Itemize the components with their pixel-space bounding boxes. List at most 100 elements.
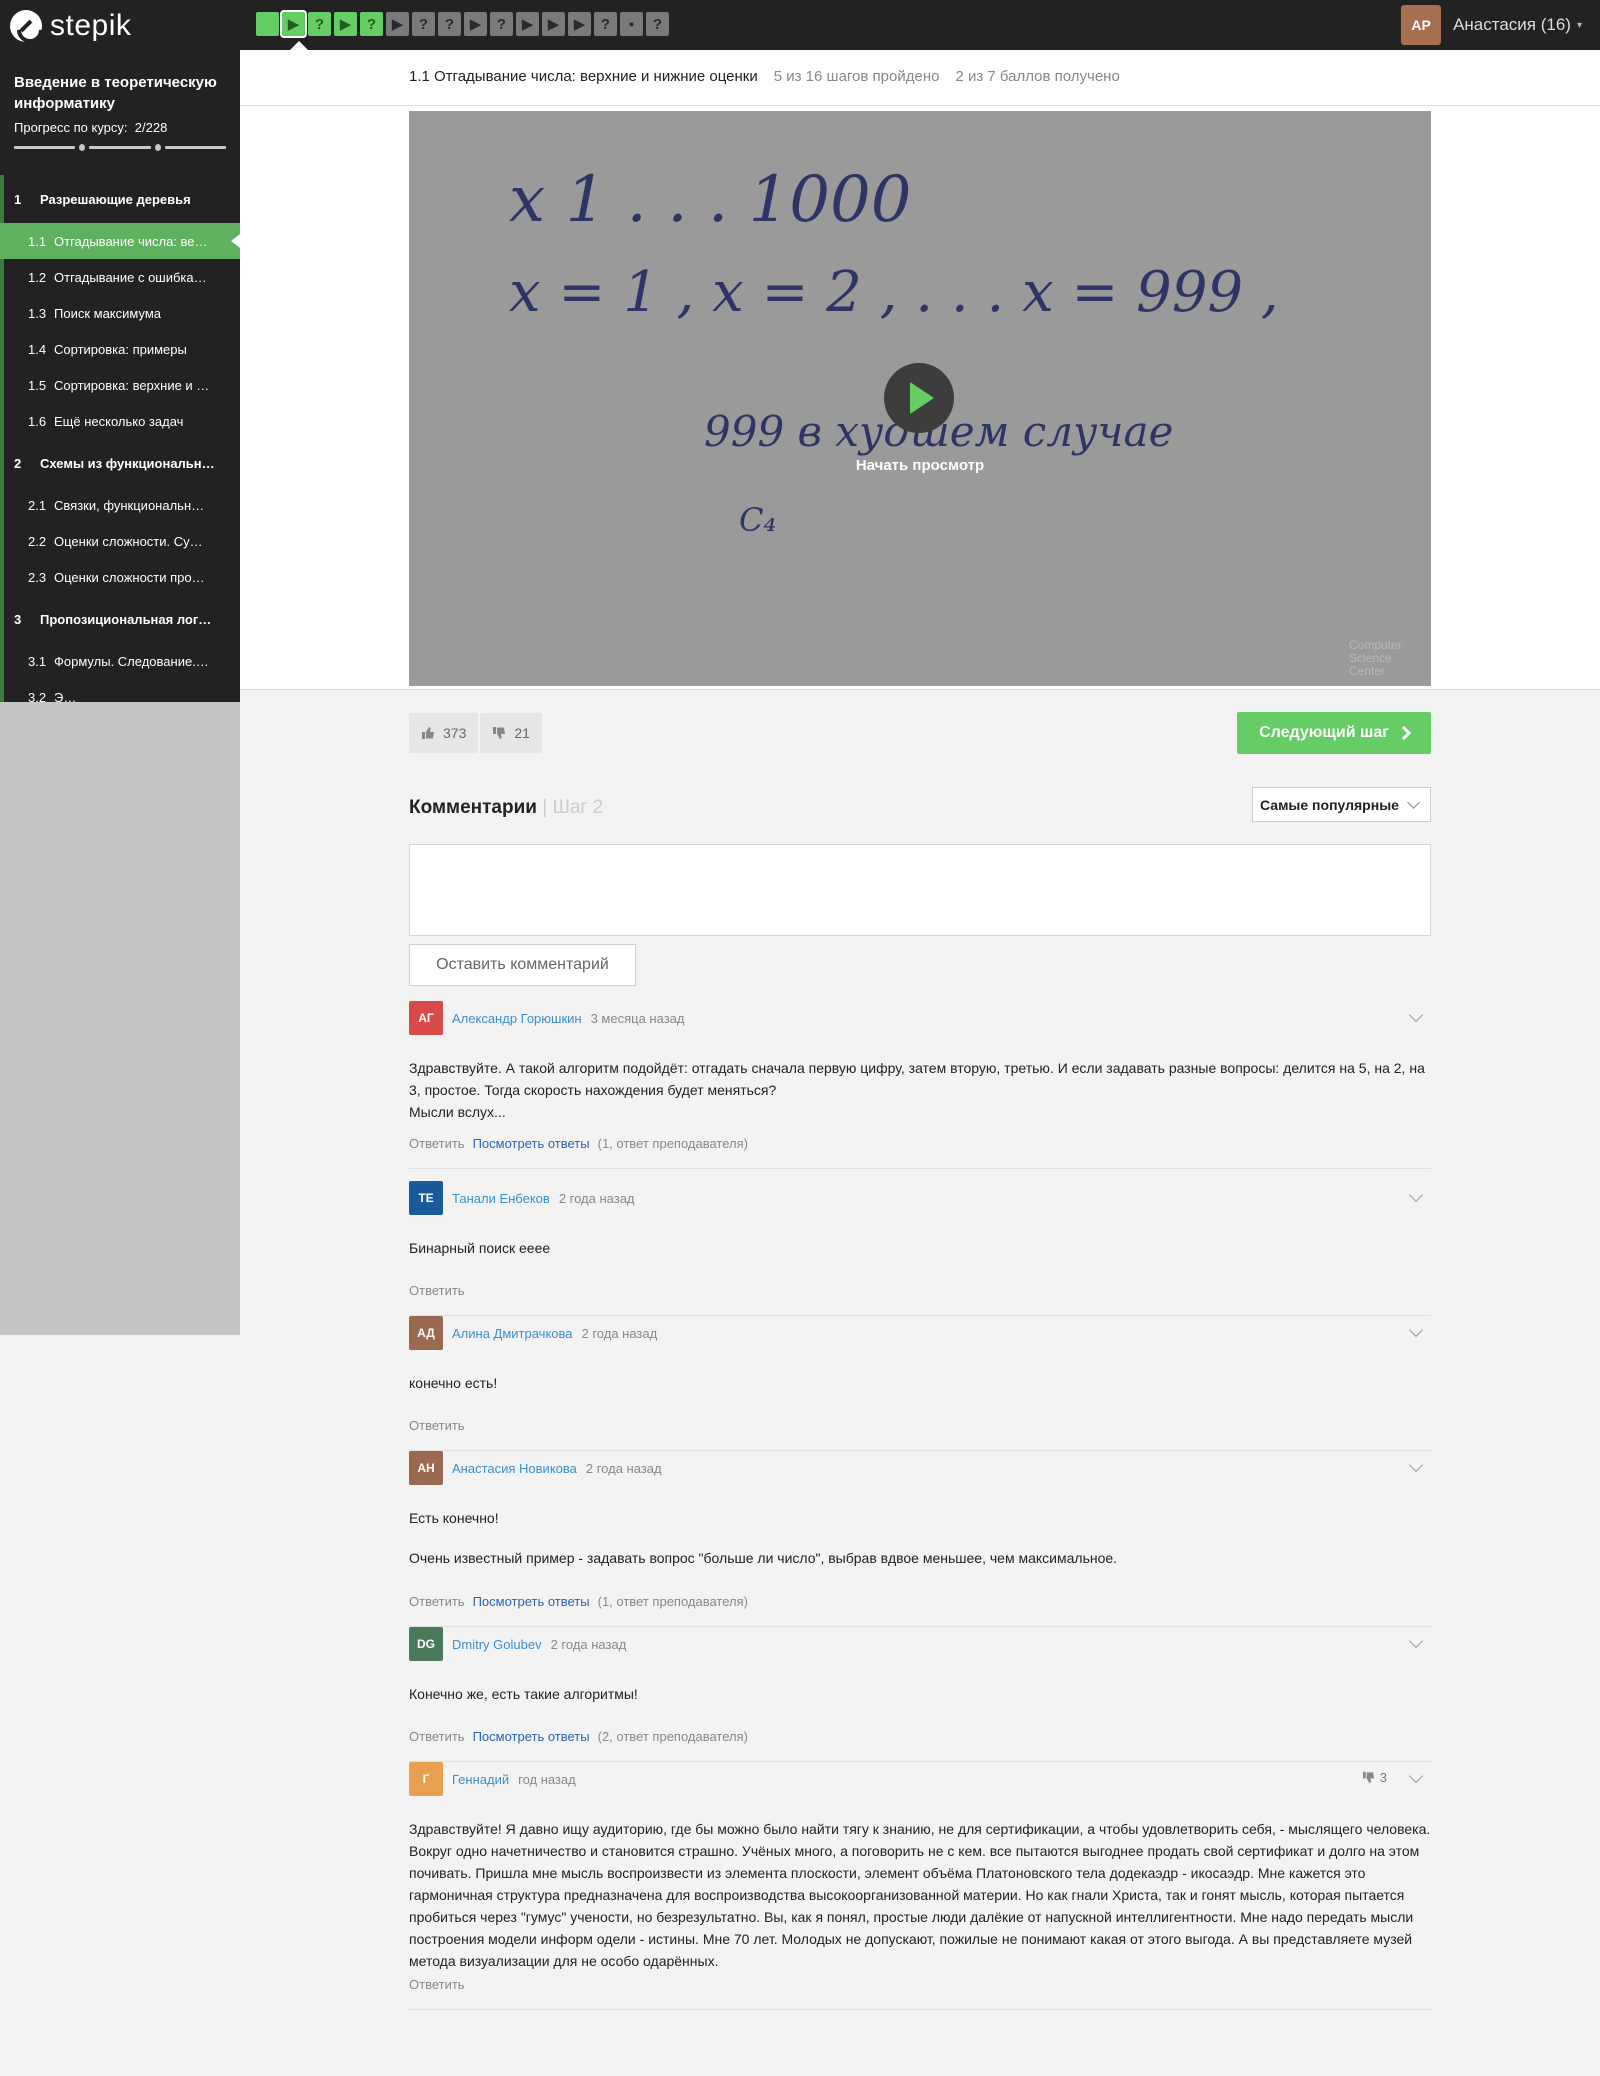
view-replies-link[interactable]: Посмотреть ответы bbox=[473, 1136, 590, 1151]
comments-sort-select[interactable]: Самые популярные bbox=[1252, 787, 1431, 822]
like-button[interactable]: 373 bbox=[409, 713, 479, 753]
toc-item-label: Разрешающие деревья bbox=[40, 191, 191, 207]
toc-item-number: 1.4 bbox=[28, 341, 47, 357]
toc-item-number: 2.1 bbox=[28, 497, 47, 513]
video-watermark: Computer Science Center bbox=[1349, 638, 1402, 678]
step-6[interactable]: ▶ bbox=[386, 12, 409, 36]
comment-time[interactable]: 2 года назад bbox=[586, 1461, 662, 1476]
step-16[interactable]: ? bbox=[646, 12, 669, 36]
toc-lesson-1-5[interactable]: 1.5 Сортировка: верхние и … bbox=[0, 367, 240, 403]
chevron-down-icon[interactable] bbox=[1408, 1457, 1424, 1473]
comment-textarea[interactable] bbox=[409, 844, 1431, 936]
step-9[interactable]: ▶ bbox=[464, 12, 487, 36]
toc-lesson-1-2[interactable]: 1.2 Отгадывание с ошибка… bbox=[0, 259, 240, 295]
comment-paragraph: Здравствуйте. А такой алгоритм подойдёт:… bbox=[409, 1060, 1425, 1098]
avatar[interactable]: ТЕ bbox=[409, 1181, 443, 1215]
chevron-right-icon bbox=[1396, 725, 1411, 741]
avatar[interactable]: Г bbox=[409, 1762, 443, 1796]
step-7[interactable]: ? bbox=[412, 12, 435, 36]
toc-lesson-3-2[interactable]: 3.2 Э… bbox=[0, 679, 240, 703]
toc-lesson-1-1[interactable]: 1.1 Отгадывание числа: ве… bbox=[0, 223, 240, 259]
comment-body: конечно есть! bbox=[409, 1372, 1431, 1394]
reply-link[interactable]: Ответить bbox=[409, 1977, 465, 1992]
step-11[interactable]: ▶ bbox=[516, 12, 539, 36]
comment-time[interactable]: год назад bbox=[518, 1772, 576, 1787]
handwriting-line-2: x = 1 , x = 2 , . . . x = 999 , bbox=[509, 260, 1279, 325]
comment-time[interactable]: 2 года назад bbox=[582, 1326, 658, 1341]
leave-comment-button[interactable]: Оставить комментарий bbox=[409, 944, 636, 986]
comment-author[interactable]: Анастасия Новикова bbox=[452, 1461, 577, 1476]
toc-item-number: 1 bbox=[14, 191, 22, 207]
start-watching-label[interactable]: Начать просмотр bbox=[409, 457, 1431, 474]
course-progress: Прогресс по курсу: 2/228 bbox=[14, 120, 167, 135]
view-replies-link[interactable]: Посмотреть ответы bbox=[473, 1594, 590, 1609]
toc-item-number: 1.2 bbox=[28, 269, 47, 285]
toc-lesson-2-3[interactable]: 2.3 Оценки сложности про… bbox=[0, 559, 240, 595]
reply-link[interactable]: Ответить bbox=[409, 1418, 465, 1433]
comment-dislike-button[interactable]: 3 bbox=[1362, 1770, 1387, 1785]
play-button[interactable] bbox=[884, 363, 954, 433]
toc-section-3[interactable]: 3 Пропозициональная лог… bbox=[0, 595, 240, 643]
replies-note: (2, ответ преподавателя) bbox=[597, 1729, 748, 1744]
toc-lesson-3-1[interactable]: 3.1 Формулы. Следование.… bbox=[0, 643, 240, 679]
reply-link[interactable]: Ответить bbox=[409, 1594, 465, 1609]
toc-lesson-2-2[interactable]: 2.2 Оценки сложности. Су… bbox=[0, 523, 240, 559]
toc-section-1[interactable]: 1 Разрешающие деревья bbox=[0, 175, 240, 223]
user-menu[interactable]: AP Анастасия (16) ▾ bbox=[1401, 5, 1582, 45]
chevron-down-icon[interactable] bbox=[1408, 1187, 1424, 1203]
chevron-down-icon[interactable] bbox=[1408, 1007, 1424, 1023]
avatar[interactable]: АГ bbox=[409, 1001, 443, 1035]
step-13[interactable]: ▶ bbox=[568, 12, 591, 36]
step-15[interactable]: ▪ bbox=[620, 12, 643, 36]
reply-link[interactable]: Ответить bbox=[409, 1283, 465, 1298]
toc-lesson-1-4[interactable]: 1.4 Сортировка: примеры bbox=[0, 331, 240, 367]
comment-paragraph: конечно есть! bbox=[409, 1375, 498, 1391]
toc-section-2[interactable]: 2 Схемы из функциональн… bbox=[0, 439, 240, 487]
chevron-down-icon[interactable]: ▾ bbox=[1577, 20, 1582, 31]
toc-lesson-2-1[interactable]: 2.1 Связки, функциональн… bbox=[0, 487, 240, 523]
top-navbar: stepik ▶? ▶? ▶?? ▶? ▶ ▶ ▶? ▪? AP Анастасия (16)… bbox=[0, 0, 1600, 50]
toc-lesson-1-6[interactable]: 1.6 Ещё несколько задач bbox=[0, 403, 240, 439]
reply-link[interactable]: Ответить bbox=[409, 1136, 465, 1151]
comment-time[interactable]: 2 года назад bbox=[559, 1191, 635, 1206]
video-player[interactable]: x 1 . . . 1000 x = 1 , x = 2 , . . . x =… bbox=[409, 111, 1431, 686]
comment-body: Бинарный поиск ееее bbox=[409, 1237, 1431, 1259]
step-1[interactable] bbox=[256, 12, 279, 36]
comment-author[interactable]: Александр Горюшкин bbox=[452, 1011, 582, 1026]
comment-author[interactable]: Геннадий bbox=[452, 1772, 509, 1787]
step-10[interactable]: ? bbox=[490, 12, 513, 36]
chevron-down-icon[interactable] bbox=[1408, 1768, 1424, 1784]
step-12[interactable]: ▶ bbox=[542, 12, 565, 36]
toc-item-number: 1.1 bbox=[28, 233, 47, 249]
step-8[interactable]: ? bbox=[438, 12, 461, 36]
user-avatar[interactable]: AP bbox=[1401, 5, 1442, 45]
toc-item-label: Оценки сложности. Су… bbox=[54, 533, 203, 549]
lesson-header: 1.1 Отгадывание числа: верхние и нижние … bbox=[240, 50, 1600, 106]
reply-link[interactable]: Ответить bbox=[409, 1729, 465, 1744]
comment-author[interactable]: Dmitry Golubev bbox=[452, 1637, 542, 1652]
reactions: 373 21 bbox=[409, 713, 542, 753]
avatar[interactable]: АН bbox=[409, 1451, 443, 1485]
avatar[interactable]: АД bbox=[409, 1316, 443, 1350]
course-title[interactable]: Введение в теоретическую информатику bbox=[14, 72, 234, 114]
stepik-logo[interactable]: stepik bbox=[10, 9, 131, 43]
comment-author[interactable]: Танали Енбеков bbox=[452, 1191, 550, 1206]
comment-time[interactable]: 2 года назад bbox=[551, 1637, 627, 1652]
step-4[interactable]: ▶ bbox=[334, 12, 357, 36]
toc-lesson-1-3[interactable]: 1.3 Поиск максимума bbox=[0, 295, 240, 331]
chevron-down-icon[interactable] bbox=[1408, 1322, 1424, 1338]
step-3[interactable]: ? bbox=[308, 12, 331, 36]
next-step-button[interactable]: Следующий шаг bbox=[1237, 712, 1431, 754]
avatar[interactable]: DG bbox=[409, 1627, 443, 1661]
comment: DG Dmitry Golubev 2 года назад Конечно же, … bbox=[409, 1627, 1431, 1762]
chevron-down-icon[interactable] bbox=[1408, 1633, 1424, 1649]
step-14[interactable]: ? bbox=[594, 12, 617, 36]
step-5[interactable]: ? bbox=[360, 12, 383, 36]
view-replies-link[interactable]: Посмотреть ответы bbox=[473, 1729, 590, 1744]
sidebar-backdrop bbox=[0, 702, 240, 1335]
comment-author[interactable]: Алина Дмитрачкова bbox=[452, 1326, 573, 1341]
dislike-button[interactable]: 21 bbox=[480, 713, 542, 753]
user-name[interactable]: Анастасия (16) bbox=[1453, 15, 1571, 35]
comment-time[interactable]: 3 месяца назад bbox=[591, 1011, 685, 1026]
step-2[interactable]: ▶ bbox=[280, 10, 307, 38]
